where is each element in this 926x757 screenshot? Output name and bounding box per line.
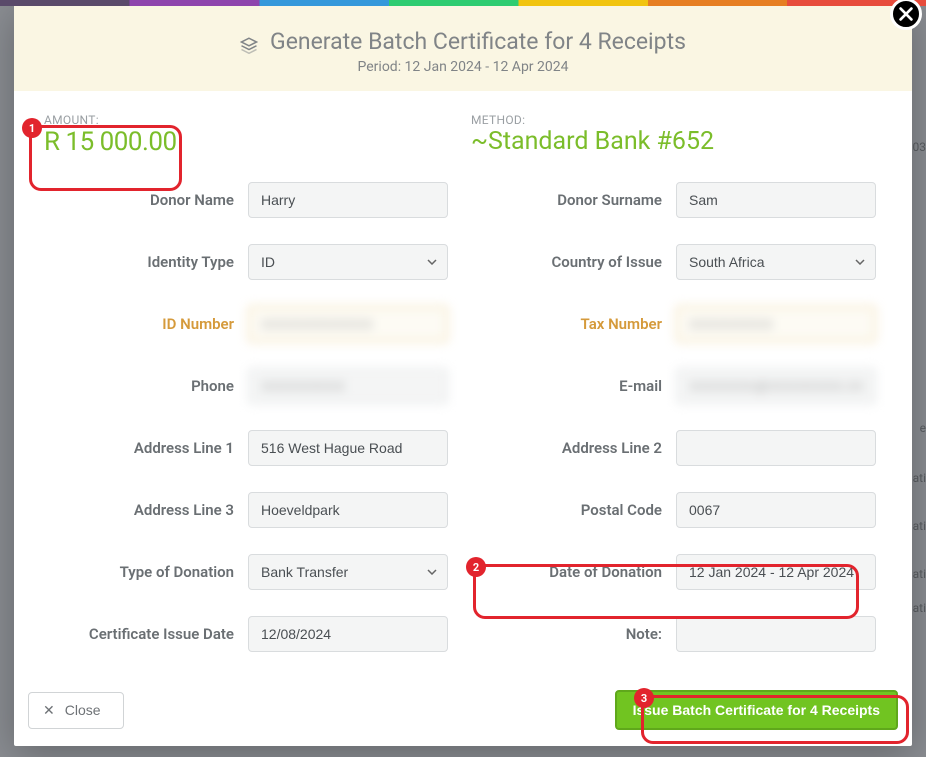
stack-icon: [240, 33, 258, 51]
label-note: Note:: [462, 625, 662, 643]
input-address3[interactable]: [248, 492, 448, 528]
label-address1: Address Line 1: [74, 439, 234, 457]
label-cert-issue-date: Certificate Issue Date: [74, 625, 234, 643]
label-tax-number: Tax Number: [462, 315, 662, 333]
modal-title-row: Generate Batch Certificate for 4 Receipt…: [34, 28, 892, 55]
input-tax-number[interactable]: [676, 306, 876, 342]
input-postal-code[interactable]: [676, 492, 876, 528]
select-country-of-issue[interactable]: South Africa: [676, 244, 876, 280]
summary-row: AMOUNT: R 15 000.00 METHOD: ~Standard Ba…: [14, 91, 912, 167]
close-footer-button[interactable]: ✕ Close: [28, 692, 124, 729]
input-note[interactable]: [676, 616, 876, 652]
bg-hint: ati: [913, 567, 926, 581]
label-donor-name: Donor Name: [74, 191, 234, 209]
amount-label: AMOUNT:: [44, 113, 463, 127]
x-icon: ✕: [43, 702, 55, 719]
method-value: ~Standard Bank #652: [471, 127, 894, 156]
modal-header: Generate Batch Certificate for 4 Receipt…: [14, 6, 912, 91]
modal-dialog: Generate Batch Certificate for 4 Receipt…: [14, 6, 912, 746]
accent-stripe: [0, 0, 926, 6]
label-address3: Address Line 3: [74, 501, 234, 519]
amount-value: R 15 000.00: [44, 127, 463, 157]
method-label: METHOD:: [471, 113, 894, 127]
modal-subtitle: Period: 12 Jan 2024 - 12 Apr 2024: [34, 59, 892, 75]
input-id-number[interactable]: [248, 306, 448, 342]
label-phone: Phone: [74, 377, 234, 395]
issue-button[interactable]: Issue Batch Certificate for 4 Receipts: [615, 690, 898, 730]
bg-hint: 03: [913, 140, 926, 154]
modal-footer: ✕ Close Issue Batch Certificate for 4 Re…: [14, 678, 912, 746]
bg-hint: ati: [913, 471, 926, 485]
label-address2: Address Line 2: [462, 439, 662, 457]
select-identity-type[interactable]: ID: [248, 244, 448, 280]
input-phone[interactable]: [248, 368, 448, 404]
label-donor-surname: Donor Surname: [462, 191, 662, 209]
input-donor-surname[interactable]: [676, 182, 876, 218]
input-donation-date[interactable]: [676, 554, 876, 590]
modal-title: Generate Batch Certificate for 4 Receipt…: [270, 28, 686, 55]
label-donation-type: Type of Donation: [74, 563, 234, 581]
close-button[interactable]: [890, 0, 922, 30]
close-icon: [897, 5, 915, 23]
label-donation-date: Date of Donation: [462, 563, 662, 581]
bg-hint: ati: [913, 519, 926, 533]
close-footer-label: Close: [65, 702, 101, 718]
label-email: E-mail: [462, 377, 662, 395]
input-donor-name[interactable]: [248, 182, 448, 218]
input-address1[interactable]: [248, 430, 448, 466]
input-email[interactable]: [676, 368, 876, 404]
label-id-number: ID Number: [74, 315, 234, 333]
label-country-of-issue: Country of Issue: [462, 253, 662, 271]
bg-hint: e: [920, 421, 926, 435]
input-cert-issue-date[interactable]: [248, 616, 448, 652]
bg-hint: ati: [913, 601, 926, 615]
label-identity-type: Identity Type: [74, 253, 234, 271]
select-donation-type[interactable]: Bank Transfer: [248, 554, 448, 590]
input-address2[interactable]: [676, 430, 876, 466]
form-grid: Donor Name Donor Surname Identity Type I…: [14, 167, 912, 662]
label-postal-code: Postal Code: [462, 501, 662, 519]
